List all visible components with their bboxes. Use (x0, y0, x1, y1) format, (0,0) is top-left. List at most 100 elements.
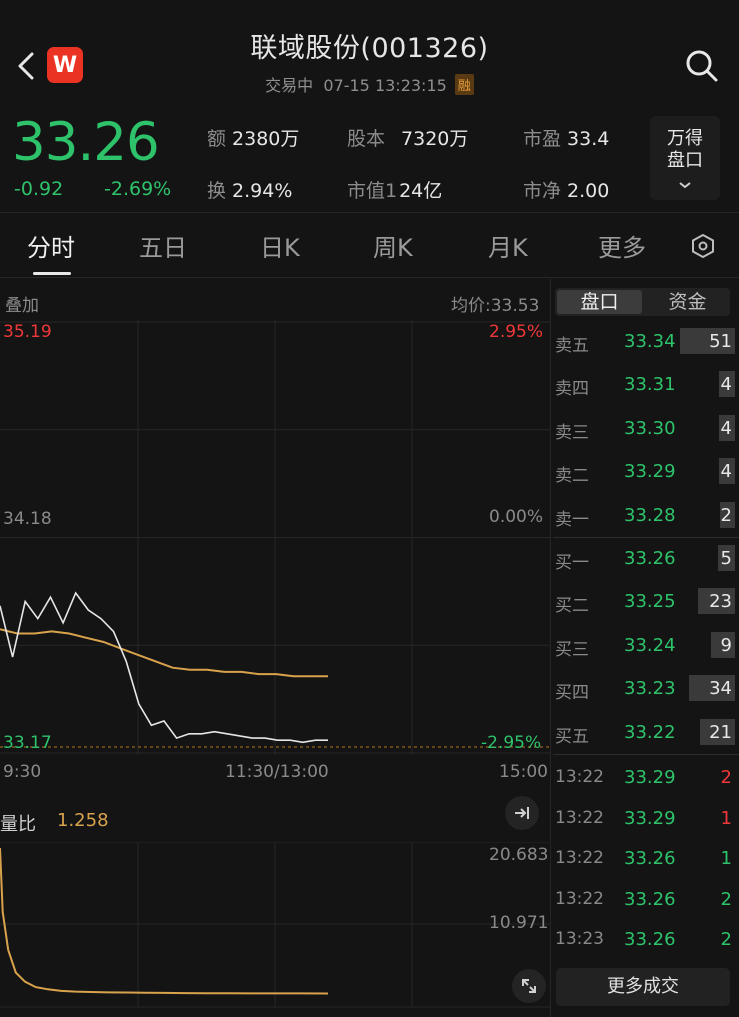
last-price: 33.26 (12, 112, 160, 173)
tab-daily-k[interactable]: 日K (260, 228, 300, 263)
order-book-row[interactable]: 买一 33.26 5 (553, 536, 739, 579)
trade-volume: 1 (720, 807, 732, 829)
trade-volume: 2 (720, 767, 732, 788)
order-volume: 34 (709, 678, 732, 700)
trade-time: 13:23 (555, 929, 604, 950)
avg-price-line (0, 628, 328, 678)
more-trades-button[interactable]: 更多成交 (556, 968, 730, 1006)
trade-time: 13:22 (555, 888, 604, 909)
trade-time: 13:22 (555, 848, 604, 869)
order-level-label: 卖五 (555, 336, 589, 356)
order-book-row[interactable]: 买二 33.25 23 (553, 579, 739, 622)
order-level-label: 买三 (555, 639, 589, 660)
order-volume: 5 (720, 548, 732, 569)
active-tab-indicator (33, 272, 71, 275)
trade-price: 33.26 (624, 929, 676, 951)
volume-ratio-label: 量比 (0, 814, 36, 835)
trade-row: 13:22 33.29 2 (553, 755, 739, 795)
tab-five-day[interactable]: 五日 (139, 228, 187, 263)
stat-pe: 市盈 33.4 (523, 128, 610, 150)
pankou-line2: 盘口 (667, 150, 703, 171)
order-book-row[interactable]: 卖三 33.30 4 (553, 406, 739, 449)
pct-min-label: -2.95% (481, 733, 542, 753)
stat-share-capital: 股本 7320万 (347, 128, 469, 150)
book-divider (553, 537, 739, 538)
order-price: 33.24 (624, 634, 676, 656)
time-end-label: 15:00 (499, 762, 548, 782)
stat-pb: 市净 2.00 (523, 180, 610, 202)
pct-max-label: 2.95% (489, 322, 544, 342)
time-mid-label: 11:30/13:00 (225, 762, 329, 782)
order-price: 33.30 (624, 417, 676, 439)
order-volume: 51 (709, 331, 732, 352)
order-volume: 4 (720, 417, 732, 439)
order-volume: 9 (720, 634, 732, 656)
vr-mid-label: 10.971 (489, 913, 549, 933)
order-volume: 21 (709, 721, 732, 743)
order-volume: 4 (720, 461, 732, 483)
trade-price: 33.29 (624, 807, 676, 829)
order-volume: 2 (720, 504, 732, 526)
stock-title: 联域股份(001326) (250, 33, 489, 64)
tab-intraday[interactable]: 分时 (27, 228, 75, 263)
price-change: -0.92 (14, 178, 64, 200)
order-book-row[interactable]: 卖一 33.28 2 (553, 493, 739, 536)
tab-monthly-k[interactable]: 月K (488, 228, 528, 263)
pct-mid-label: 0.00% (489, 507, 544, 527)
panel-divider (550, 279, 551, 1017)
trade-time: 13:22 (555, 767, 604, 787)
trading-status: 交易中 07-15 13:23:15 融 (0, 72, 739, 96)
expand-right-icon[interactable] (505, 796, 539, 830)
order-book-row[interactable]: 卖二 33.29 4 (553, 449, 739, 492)
order-level-label: 卖三 (555, 422, 589, 443)
price-change-pct: -2.69% (104, 178, 172, 200)
search-icon[interactable] (684, 48, 720, 84)
order-level-label: 买五 (555, 726, 589, 747)
y-mid-label: 34.18 (3, 509, 52, 529)
order-price: 33.29 (624, 461, 676, 483)
trade-row: 13:22 33.26 1 (553, 836, 739, 876)
overlay-button[interactable]: 叠加 (5, 291, 39, 316)
settings-icon[interactable] (689, 232, 717, 260)
price-line (0, 591, 328, 744)
order-book-row[interactable]: 买五 33.22 21 (553, 710, 739, 753)
order-book-row[interactable]: 买四 33.23 34 (553, 666, 739, 709)
order-volume: 23 (709, 591, 732, 613)
avg-price-label: 均价:33.53 (451, 296, 540, 316)
order-level-label: 买一 (555, 553, 589, 573)
trade-row: 13:23 33.26 2 (553, 917, 739, 957)
datetime: 07-15 13:23:15 (323, 76, 447, 95)
order-book-row[interactable]: 卖四 33.31 4 (553, 362, 739, 405)
order-book-row[interactable]: 买三 33.24 9 (553, 623, 739, 666)
intraday-chart[interactable] (0, 320, 550, 760)
order-price: 33.31 (624, 374, 676, 396)
order-price: 33.26 (624, 548, 676, 569)
chevron-down-icon (650, 174, 720, 196)
time-start-label: 9:30 (3, 762, 42, 782)
volume-ratio-chart[interactable] (0, 842, 550, 1012)
stat-turnover-amount: 额 2380万 (207, 128, 300, 150)
tab-capital[interactable]: 资金 (645, 290, 730, 314)
margin-badge: 融 (454, 74, 474, 95)
order-level-label: 买二 (555, 596, 589, 617)
y-max-label: 35.19 (3, 322, 52, 342)
tab-weekly-k[interactable]: 周K (373, 228, 413, 263)
order-volume: 4 (720, 374, 732, 396)
order-book-row[interactable]: 卖五 33.34 51 (553, 319, 739, 362)
order-level-label: 卖二 (555, 466, 589, 487)
status-text: 交易中 (265, 76, 314, 95)
volume-ratio-value: 1.258 (57, 810, 109, 831)
trade-price: 33.26 (624, 888, 676, 910)
tab-more[interactable]: 更多 (598, 228, 646, 263)
trade-row: 13:22 33.29 1 (553, 796, 739, 836)
tab-pankou[interactable]: 盘口 (557, 290, 642, 314)
order-price: 33.25 (624, 591, 676, 613)
fullscreen-icon[interactable] (512, 969, 546, 1003)
trade-time: 13:22 (555, 807, 604, 828)
order-level-label: 买四 (555, 683, 589, 704)
order-price: 33.23 (624, 678, 676, 700)
divider (0, 277, 739, 278)
y-min-label: 33.17 (3, 733, 52, 753)
trade-volume: 2 (720, 888, 732, 910)
wind-pankou-button[interactable]: 万得 盘口 (650, 116, 720, 200)
